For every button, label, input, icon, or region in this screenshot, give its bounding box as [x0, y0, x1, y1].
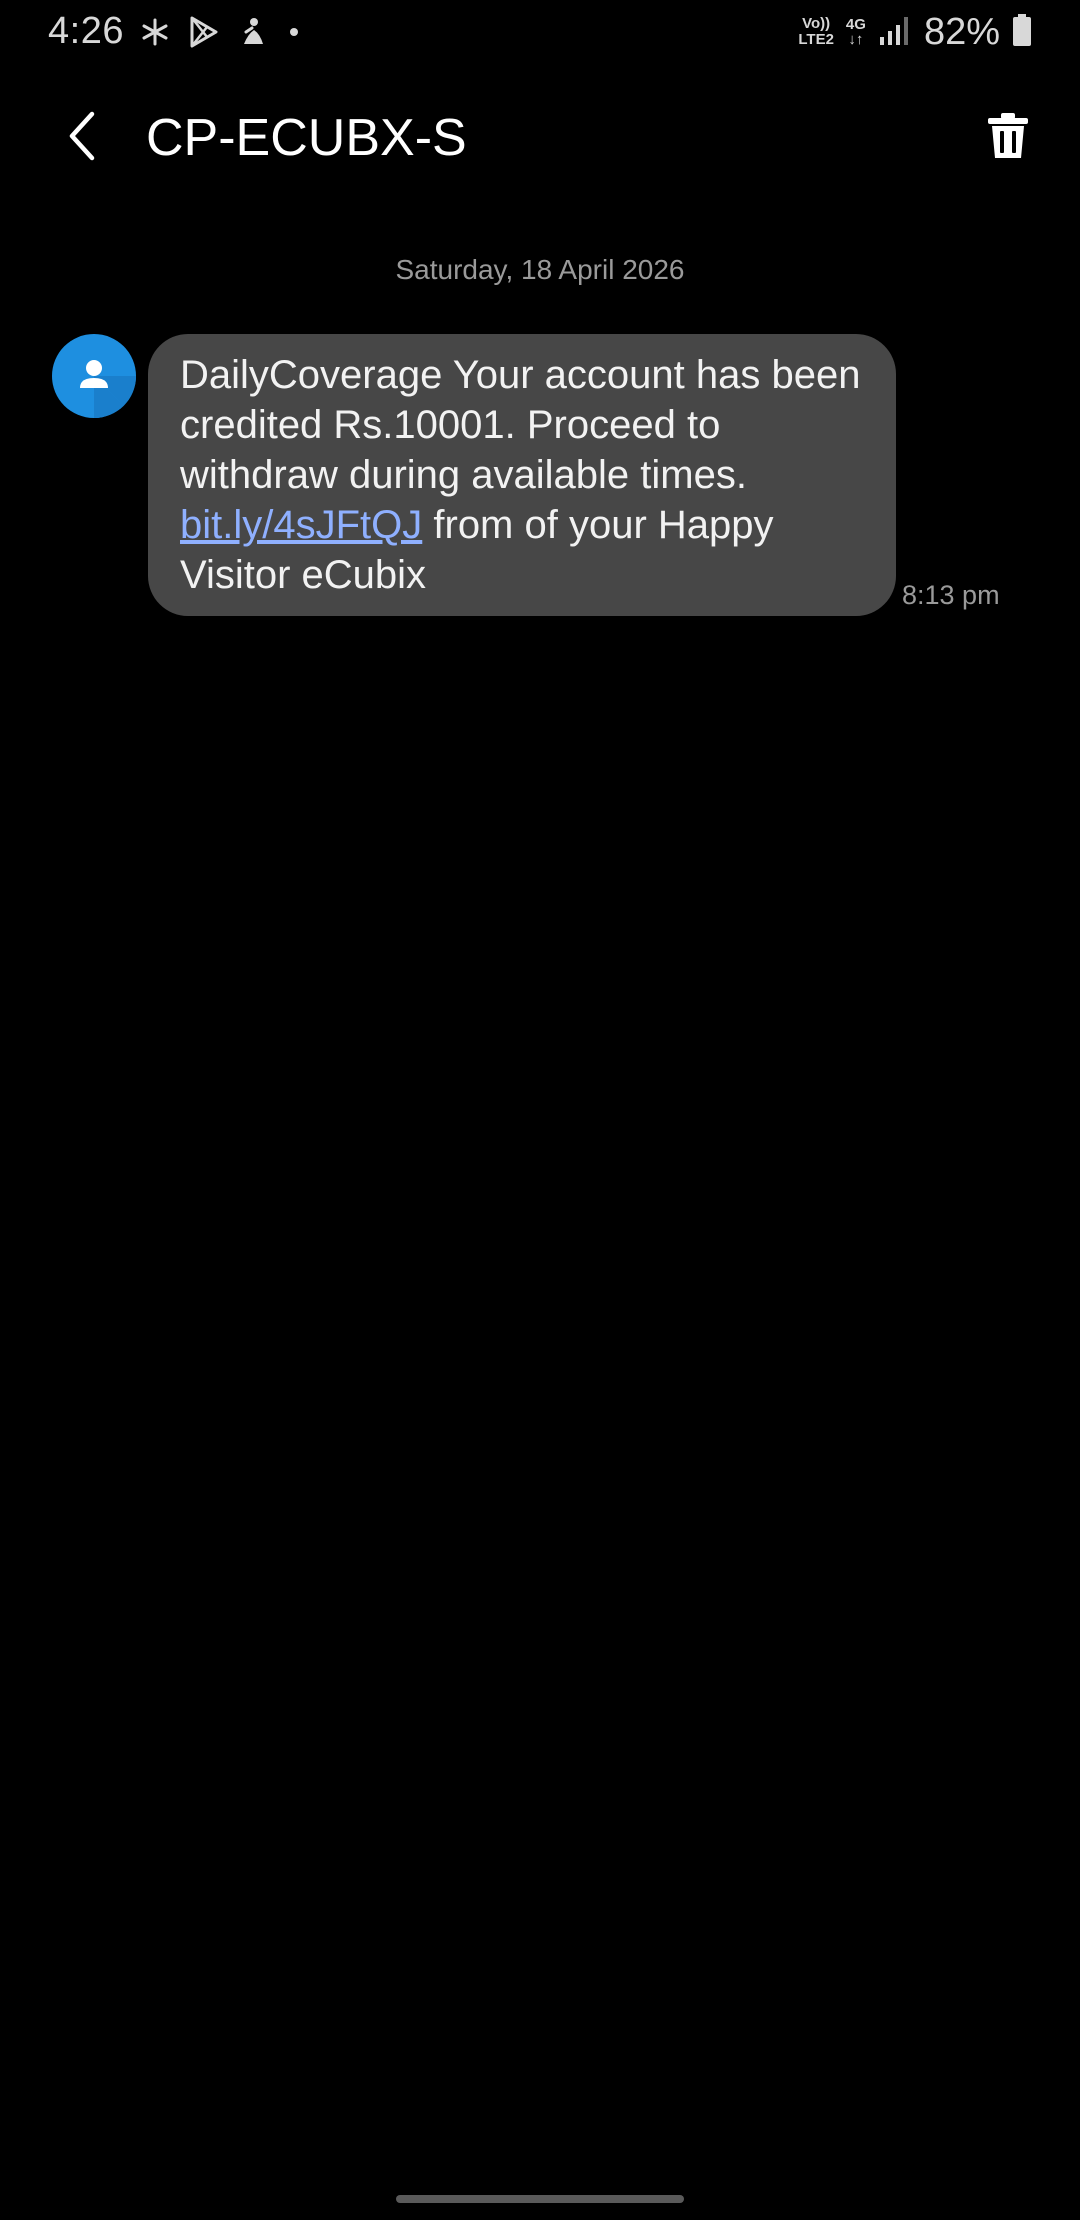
system-status: Vo)) LTE2 4G ↓↑ 82%: [798, 10, 1032, 54]
dot-icon: [286, 24, 302, 40]
delete-button[interactable]: [976, 106, 1040, 170]
pinwheel-icon: [140, 17, 170, 47]
message-timestamp: 8:13 pm: [902, 580, 1000, 610]
home-indicator[interactable]: [396, 2195, 684, 2203]
yoga-person-icon: [238, 16, 268, 48]
conversation-header: CP-ECUBX-S: [0, 96, 1080, 180]
sender-avatar[interactable]: [52, 334, 136, 418]
date-separator: Saturday, 18 April 2026: [395, 254, 685, 285]
back-button[interactable]: [52, 108, 112, 168]
status-bar: 4:26 Vo)) LTE2 4G ↓↑ 82%: [0, 0, 1080, 64]
play-store-icon: [188, 15, 220, 49]
person-icon: [52, 334, 136, 418]
message-link[interactable]: bit.ly/4sJFtQJ: [180, 503, 422, 547]
battery-icon: [1012, 13, 1032, 52]
battery-percentage: 82%: [923, 10, 1000, 53]
message-text: DailyCoverage Your account has been cred…: [180, 353, 861, 497]
network-4g-indicator: 4G ↓↑: [845, 16, 866, 48]
notification-icons: [140, 14, 302, 50]
chevron-left-icon: [62, 110, 102, 167]
trash-icon: [987, 112, 1029, 165]
message-bubble[interactable]: DailyCoverage Your account has been cred…: [148, 334, 896, 616]
contact-title: CP-ECUBX-S: [146, 109, 467, 167]
volte-indicator: Vo)) LTE2: [798, 15, 834, 48]
signal-icon: [878, 13, 912, 52]
status-time: 4:26: [48, 10, 124, 52]
